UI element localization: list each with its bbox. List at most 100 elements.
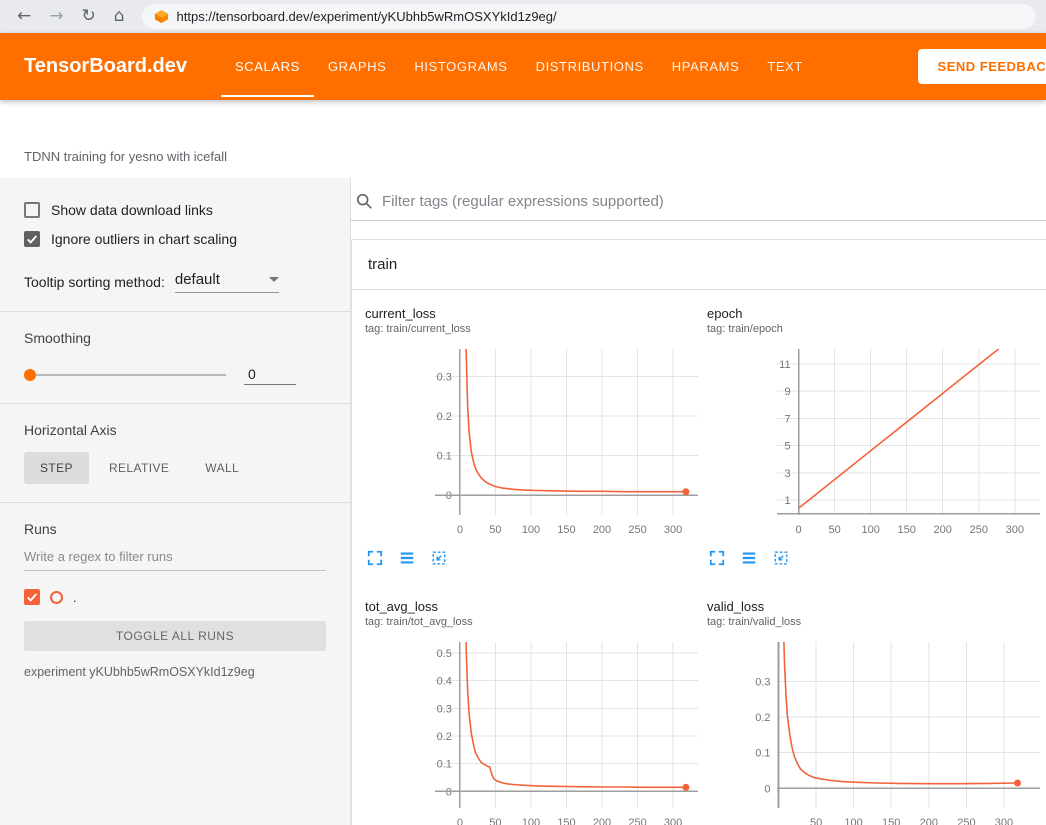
runs-filter-input[interactable] (24, 541, 326, 571)
svg-text:1: 1 (784, 495, 790, 507)
svg-text:200: 200 (593, 817, 611, 825)
toggle-all-runs-button[interactable]: TOGGLE ALL RUNS (24, 621, 326, 651)
svg-text:250: 250 (970, 524, 988, 536)
svg-text:0: 0 (764, 783, 770, 795)
tab-histograms[interactable]: HISTOGRAMS (400, 33, 521, 100)
tooltip-sorting-dropdown[interactable]: default (175, 271, 279, 293)
svg-text:0: 0 (446, 786, 452, 798)
slider-thumb[interactable] (24, 369, 36, 381)
runs-label: Runs (24, 521, 326, 537)
tooltip-sorting-label: Tooltip sorting method: (24, 274, 165, 290)
filter-tags-input[interactable] (382, 193, 1042, 210)
svg-text:300: 300 (1006, 524, 1024, 536)
expand-icon[interactable] (367, 550, 383, 566)
chart-title: tot_avg_loss (365, 599, 702, 614)
chart-title: current_loss (365, 306, 702, 321)
svg-text:0: 0 (457, 817, 463, 825)
browser-chrome: ← → ↻ ⌂ https://tensorboard.dev/experime… (0, 0, 1046, 33)
tab-distributions[interactable]: DISTRIBUTIONS (522, 33, 658, 100)
run-list-item[interactable]: . (24, 589, 326, 605)
chart-card: valid_loss tag: train/valid_loss 5010015… (707, 599, 1044, 825)
send-feedback-button[interactable]: SEND FEEDBACK (918, 49, 1046, 84)
url-text: https://tensorboard.dev/experiment/yKUbh… (177, 9, 557, 24)
reload-icon[interactable]: ↻ (75, 8, 103, 25)
horizontal-axis-buttons: STEP RELATIVE WALL (24, 452, 326, 484)
smoothing-label: Smoothing (24, 330, 326, 346)
svg-text:100: 100 (522, 524, 540, 536)
train-section-header[interactable]: train (352, 240, 1046, 290)
svg-text:0.4: 0.4 (437, 676, 452, 688)
page: { "browser": { "url": "https://tensorboa… (0, 0, 1046, 825)
axis-wall-button[interactable]: WALL (189, 452, 255, 484)
chart-actions (707, 543, 1044, 573)
line-chart[interactable]: 05010015020025030000.10.20.3 (365, 343, 702, 543)
checkbox-unchecked-icon[interactable] (24, 202, 40, 218)
main-panel: train current_loss tag: train/current_lo… (351, 178, 1046, 825)
svg-text:9: 9 (784, 386, 790, 398)
svg-text:0: 0 (457, 524, 463, 536)
show-download-links-label: Show data download links (51, 202, 213, 218)
svg-text:150: 150 (898, 524, 916, 536)
slider-track[interactable] (24, 374, 226, 376)
chart-card: tot_avg_loss tag: train/tot_avg_loss 050… (365, 599, 702, 825)
smoothing-slider[interactable] (24, 369, 226, 381)
expand-icon[interactable] (709, 550, 725, 566)
divider (0, 311, 350, 312)
back-icon[interactable]: ← (10, 8, 38, 25)
svg-text:300: 300 (995, 817, 1013, 825)
svg-text:50: 50 (810, 817, 822, 825)
svg-text:0.3: 0.3 (437, 372, 452, 384)
svg-text:50: 50 (828, 524, 840, 536)
line-chart[interactable]: 0501001502002503001357911 (707, 343, 1044, 543)
address-bar[interactable]: https://tensorboard.dev/experiment/yKUbh… (142, 4, 1036, 29)
experiment-bar: TDNN training for yesno with icefall (0, 100, 1046, 178)
svg-text:0.2: 0.2 (437, 411, 452, 423)
svg-text:0.1: 0.1 (755, 748, 770, 760)
svg-text:0.1: 0.1 (437, 759, 452, 771)
horizontal-axis-label: Horizontal Axis (24, 422, 326, 438)
tab-scalars[interactable]: SCALARS (221, 33, 314, 100)
fit-domain-icon[interactable] (431, 550, 447, 566)
svg-text:300: 300 (664, 524, 682, 536)
home-icon[interactable]: ⌂ (107, 8, 132, 25)
chart-tag: tag: train/current_loss (365, 323, 702, 335)
smoothing-slider-row: 0 (24, 364, 326, 385)
chart-tag: tag: train/epoch (707, 323, 1044, 335)
fit-domain-icon[interactable] (773, 550, 789, 566)
svg-text:100: 100 (522, 817, 540, 825)
tab-hparams[interactable]: HPARAMS (658, 33, 754, 100)
chart-title: valid_loss (707, 599, 1044, 614)
svg-text:250: 250 (628, 817, 646, 825)
content: Show data download links Ignore outliers… (0, 178, 1046, 825)
data-list-icon[interactable] (399, 550, 415, 566)
tab-text[interactable]: TEXT (753, 33, 817, 100)
svg-text:3: 3 (784, 468, 790, 480)
smoothing-value-field[interactable]: 0 (244, 364, 296, 385)
data-list-icon[interactable] (741, 550, 757, 566)
axis-relative-button[interactable]: RELATIVE (93, 452, 185, 484)
tooltip-sorting-value: default (175, 271, 220, 288)
svg-text:50: 50 (489, 524, 501, 536)
chart-title: epoch (707, 306, 1044, 321)
chart-tag: tag: train/tot_avg_loss (365, 616, 702, 628)
tab-graphs[interactable]: GRAPHS (314, 33, 401, 100)
forward-icon[interactable]: → (42, 8, 70, 25)
run-color-swatch-icon[interactable] (50, 591, 63, 604)
charts-grid: current_loss tag: train/current_loss 0 50… (352, 290, 1046, 825)
chart-actions (365, 543, 702, 573)
show-download-links-checkbox-row[interactable]: Show data download links (24, 202, 326, 218)
line-chart[interactable]: 5010015020025030000.10.20.3 (707, 636, 1044, 825)
svg-text:0.2: 0.2 (755, 712, 770, 724)
checkbox-checked-icon[interactable] (24, 231, 40, 247)
svg-text:300: 300 (664, 817, 682, 825)
svg-text:0.3: 0.3 (755, 676, 770, 688)
chart-tag: tag: train/valid_loss (707, 616, 1044, 628)
axis-step-button[interactable]: STEP (24, 452, 89, 484)
divider (0, 502, 350, 503)
ignore-outliers-checkbox-row[interactable]: Ignore outliers in chart scaling (24, 231, 326, 247)
line-chart[interactable]: 05010015020025030000.10.20.30.40.5 (365, 636, 702, 825)
train-section-card: train current_loss tag: train/current_lo… (351, 239, 1046, 825)
svg-text:7: 7 (784, 413, 790, 425)
divider (0, 403, 350, 404)
run-checkbox-icon[interactable] (24, 589, 40, 605)
